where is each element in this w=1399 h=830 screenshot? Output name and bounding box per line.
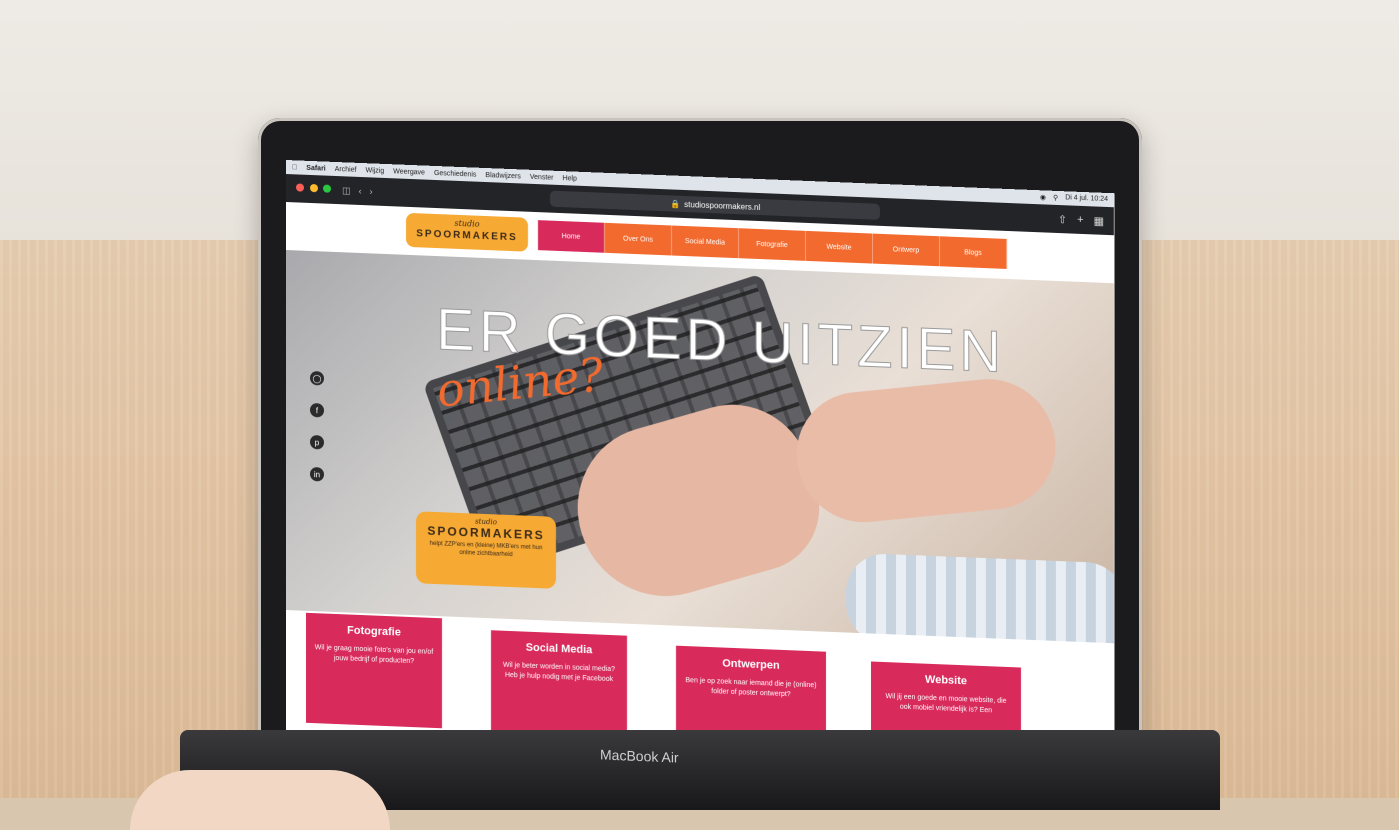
card-title: Fotografie <box>347 624 401 639</box>
sweater-sleeve-photo <box>846 552 1114 644</box>
menu-wijzig[interactable]: Wijzig <box>366 167 385 175</box>
right-hand-photo <box>788 373 1064 529</box>
card-title: Ontwerpen <box>722 657 780 672</box>
sidebar-icon[interactable]: ◫ <box>342 185 351 196</box>
card-text: Wil jij een goede en mooie website, die … <box>885 693 1007 715</box>
new-tab-icon[interactable]: + <box>1077 213 1083 226</box>
nav-social-media[interactable]: Social Media <box>672 225 739 259</box>
window-controls <box>296 183 334 195</box>
wifi-icon[interactable]: ◉ <box>1040 193 1046 201</box>
nav-website[interactable]: Website <box>806 230 873 264</box>
card-text: Wil je graag mooie foto's van jou en/of … <box>314 644 434 666</box>
menu-help[interactable]: Help <box>563 175 577 183</box>
lock-icon: 🔒 <box>670 198 681 209</box>
card-social-media[interactable]: Social Media Wil je beter worden in soci… <box>491 630 627 746</box>
nav-home[interactable]: Home <box>538 220 605 253</box>
menubar-clock[interactable]: Di 4 jul. 10:24 <box>1065 194 1108 204</box>
nav-blogs[interactable]: Blogs <box>940 236 1007 269</box>
foreground-hand <box>130 770 390 830</box>
menu-geschiedenis[interactable]: Geschiedenis <box>434 169 476 178</box>
minimize-icon[interactable] <box>309 183 318 193</box>
main-nav: Home Over Ons Social Media Fotografie We… <box>538 220 1007 269</box>
site-logo[interactable]: studio SPOORMAKERS <box>406 212 528 252</box>
forward-icon[interactable]: › <box>370 186 373 196</box>
apple-icon[interactable]:  <box>292 164 297 171</box>
hero-badge: studio SPOORMAKERS helpt ZZP'ers en (kle… <box>416 511 556 589</box>
social-icons: ◯ f p in <box>310 370 324 482</box>
card-title: Website <box>925 673 967 688</box>
maximize-icon[interactable] <box>323 184 332 193</box>
nav-ontwerp[interactable]: Ontwerp <box>873 233 940 267</box>
card-title: Social Media <box>525 641 593 657</box>
card-text: Ben je op zoek naar iemand die je (onlin… <box>685 677 817 699</box>
share-icon[interactable]: ⇧ <box>1058 213 1067 226</box>
menu-venster[interactable]: Venster <box>530 173 554 181</box>
close-icon[interactable] <box>296 183 304 192</box>
nav-fotografie[interactable]: Fotografie <box>739 228 806 261</box>
url-text: studiospoormakers.nl <box>684 199 761 212</box>
card-fotografie[interactable]: Fotografie Wil je graag mooie foto's van… <box>306 612 442 729</box>
menu-archief[interactable]: Archief <box>335 165 357 173</box>
linkedin-icon[interactable]: in <box>310 466 324 482</box>
hero-banner: ER GOED UITZIEN online? ◯ f p in studio … <box>286 250 1114 644</box>
search-icon[interactable]: ⚲ <box>1053 194 1058 202</box>
laptop-brand: MacBook Air <box>600 746 679 766</box>
menu-weergave[interactable]: Weergave <box>393 168 425 176</box>
instagram-icon[interactable]: ◯ <box>310 370 324 386</box>
card-text: Wil je beter worden in social media? Heb… <box>502 661 616 684</box>
nav-over-ons[interactable]: Over Ons <box>605 222 672 256</box>
laptop-screen:  Safari Archief Wijzig Weergave Geschie… <box>286 160 1114 774</box>
tab-overview-icon[interactable]: ▦ <box>1094 214 1104 227</box>
facebook-icon[interactable]: f <box>310 402 324 418</box>
website: studio SPOORMAKERS Home Over Ons Social … <box>286 202 1114 774</box>
menu-bladwijzers[interactable]: Bladwijzers <box>485 172 520 180</box>
menu-safari[interactable]: Safari <box>306 164 325 172</box>
back-icon[interactable]: ‹ <box>359 186 362 196</box>
pinterest-icon[interactable]: p <box>310 434 324 450</box>
